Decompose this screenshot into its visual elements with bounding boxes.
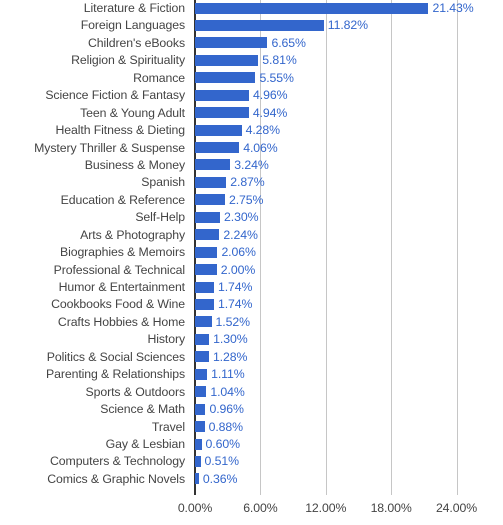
bar-value-label: 2.24% [223, 227, 258, 242]
bar [195, 281, 214, 293]
category-label: Science & Math [100, 402, 185, 417]
bar-value-label: 1.74% [217, 297, 253, 312]
bar [195, 473, 199, 485]
axis-tick-label: 18.00% [370, 501, 412, 515]
bar-value-label: 2.06% [221, 245, 256, 260]
value-axis-tick-labels: 0.00% 6.00% 12.00% 18.00% 24.00% [178, 497, 503, 521]
category-label: Computers & Technology [50, 454, 185, 469]
category-label: Gay & Lesbian [105, 437, 185, 451]
bar [195, 316, 212, 328]
bar-value-label: 1.52% [215, 314, 250, 329]
category-label: History [147, 332, 185, 347]
bar-value-label: 1.28% [212, 349, 248, 364]
bar [195, 2, 429, 14]
bar [195, 19, 324, 31]
bar-value-label: 1.30% [213, 332, 248, 347]
category-label: Arts & Photography [80, 227, 185, 242]
category-label: Self-Help [135, 210, 185, 225]
category-label: Humor & Entertainment [58, 280, 185, 295]
bar [195, 54, 259, 66]
bar-value-label: 0.96% [209, 402, 244, 417]
category-label: Travel [151, 419, 185, 434]
bar [195, 455, 201, 467]
bar [195, 298, 214, 310]
bar [195, 89, 250, 101]
category-label: Religion & Spirituality [71, 53, 185, 68]
bar-value-label: 2.87% [230, 175, 265, 190]
bar [195, 438, 202, 450]
bar [195, 37, 268, 49]
category-label: Business & Money [84, 157, 185, 172]
bar [195, 246, 218, 258]
bar-value-label: 2.75% [228, 192, 264, 207]
category-label: Literature & Fiction [83, 1, 185, 15]
category-label: Children's eBooks [87, 35, 185, 50]
bar-value-label: 5.81% [262, 53, 297, 68]
bar [195, 264, 217, 276]
bar [195, 229, 220, 241]
bar [195, 72, 256, 84]
bar-value-label: 0.60% [205, 437, 240, 451]
plot-area: 21.43% 11.82% 6.65% 5.81% 5.55% 4.96% 4.94% 4.2… [194, 0, 474, 495]
bar [195, 211, 221, 223]
bar [195, 368, 208, 380]
bar-value-label: 2.30% [224, 210, 259, 225]
axis-tick-label: 12.00% [305, 501, 347, 515]
bar [195, 333, 210, 345]
bar-value-label: 1.74% [217, 280, 253, 295]
category-label: Romance [133, 70, 185, 85]
bar-value-label: 5.55% [259, 70, 294, 85]
bar [195, 421, 205, 433]
bar-value-label: 4.96% [253, 88, 288, 103]
bar [195, 176, 227, 188]
gridline [391, 0, 393, 495]
category-label: Health Fitness & Dieting [55, 123, 185, 138]
category-label: Crafts Hobbies & Home [57, 314, 185, 329]
bar-value-label: 0.88% [208, 419, 243, 434]
bar [195, 107, 249, 119]
bar [195, 124, 242, 136]
category-label: Professional & Technical [53, 262, 185, 277]
gridline [456, 0, 458, 495]
bar [195, 386, 207, 398]
bar [195, 142, 240, 154]
bar [195, 159, 231, 171]
bar-value-label: 1.04% [210, 384, 245, 399]
bar-value-label: 1.11% [211, 367, 245, 382]
bar-value-label: 0.51% [204, 454, 239, 469]
axis-tick-label: 0.00% [177, 501, 213, 515]
category-label: Foreign Languages [80, 18, 185, 33]
gridline [325, 0, 327, 495]
bar-value-label: 6.65% [271, 35, 306, 50]
bar-chart: Literature & Fiction Foreign Languages Chi… [0, 0, 503, 525]
category-label: Cookbooks Food & Wine [51, 297, 185, 312]
category-label: Parenting & Relationships [46, 367, 185, 382]
bar-value-label: 3.24% [234, 157, 269, 172]
bar-value-label: 21.43% [432, 1, 474, 15]
bar [195, 403, 206, 415]
category-label: Mystery Thriller & Suspense [34, 140, 185, 155]
bar-value-label: 2.00% [220, 262, 256, 277]
category-label: Education & Reference [60, 192, 185, 207]
category-label: Science Fiction & Fantasy [45, 88, 185, 103]
category-axis-labels: Literature & Fiction Foreign Languages Chi… [0, 0, 190, 495]
category-label: Biographies & Memoirs [59, 245, 185, 260]
axis-tick-label: 24.00% [435, 501, 478, 515]
axis-tick-label: 6.00% [243, 501, 278, 515]
bar [195, 351, 209, 363]
category-label: Comics & Graphic Novels [47, 471, 185, 486]
bar-value-label: 0.36% [202, 471, 238, 486]
bar-value-label: 4.28% [245, 123, 280, 138]
category-label: Spanish [141, 175, 185, 190]
bar [195, 194, 225, 206]
category-label: Teen & Young Adult [80, 105, 185, 120]
bar-value-label: 4.06% [243, 140, 278, 155]
category-label: Sports & Outdoors [85, 384, 186, 399]
category-label: Politics & Social Sciences [46, 349, 185, 364]
bar-value-label: 4.94% [252, 105, 288, 120]
bar-value-label: 11.82% [327, 18, 368, 33]
